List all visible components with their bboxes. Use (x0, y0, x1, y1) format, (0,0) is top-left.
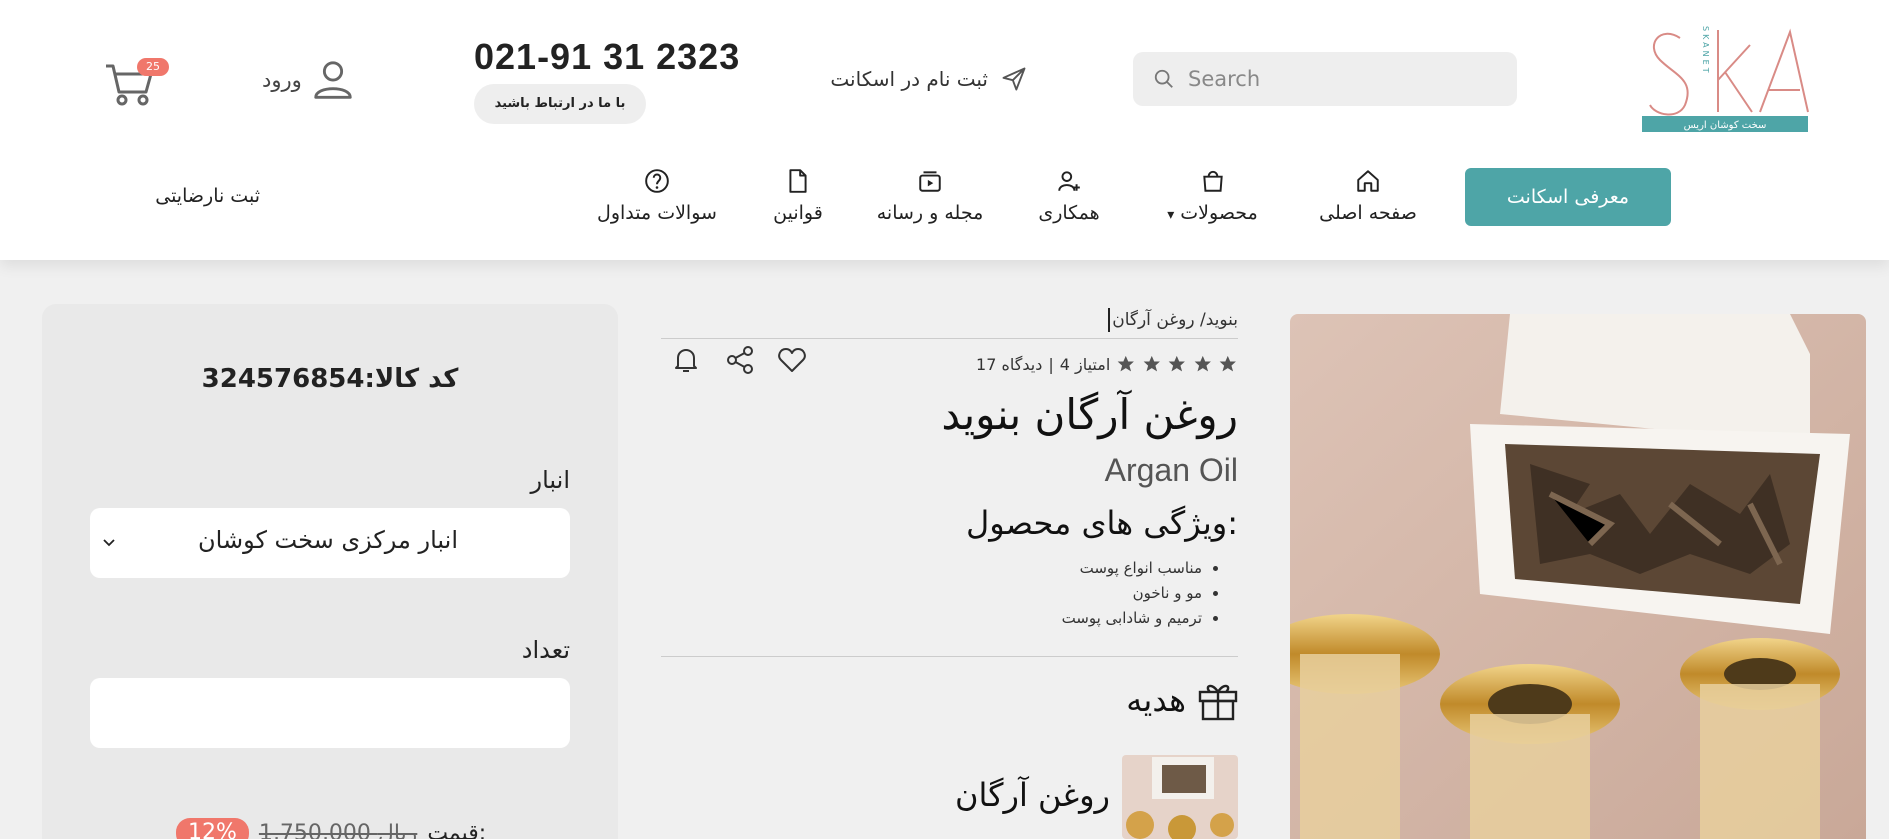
nav-products[interactable]: ▾ محصولات (1160, 168, 1265, 226)
star-icon[interactable] (1167, 354, 1187, 374)
complaint-link[interactable]: ثبت نارضایتی (150, 185, 260, 215)
svg-text:SKANET: SKANET (1701, 26, 1710, 76)
nav-cooperation[interactable]: همکاری (1036, 168, 1102, 226)
price-row: 12% 1,750,000 ریال قیمت: (176, 818, 496, 839)
nav-cooperation-label: همکاری (1038, 202, 1100, 224)
argan-oil-photo (1290, 314, 1866, 839)
rating-separator: | (1048, 354, 1054, 374)
chevron-down-icon (103, 539, 115, 547)
product-subtitle: Argan Oil (1104, 452, 1238, 488)
nav-home[interactable]: صفحه اصلی (1318, 168, 1418, 226)
search-icon (1154, 69, 1173, 88)
nav-rules[interactable]: قوانین (770, 168, 826, 226)
feature-item: مو و ناخون (900, 581, 1202, 606)
star-icon[interactable] (1218, 354, 1238, 374)
user-icon (314, 61, 352, 99)
star-icon[interactable] (1116, 354, 1136, 374)
intro-skanet-button[interactable]: معرفی اسکانت (1465, 168, 1671, 226)
search-bar[interactable] (1133, 52, 1517, 106)
breadcrumb[interactable]: بنوید/ روغن آرگان (1000, 308, 1238, 336)
login-button[interactable]: ورود (262, 56, 362, 104)
register-link[interactable]: ثبت نام در اسکانت (828, 62, 1028, 96)
warehouse-label: انبار (530, 466, 571, 494)
star-icon[interactable] (1193, 354, 1213, 374)
nav-home-label: صفحه اصلی (1319, 202, 1417, 224)
skanet-logo: SKANET سخت کوشان اریس (1642, 26, 1809, 132)
gift-label: هدیه (1126, 681, 1186, 719)
media-icon (919, 171, 941, 192)
login-label: ورود (262, 68, 302, 92)
star-icon[interactable] (1142, 354, 1162, 374)
nav-magazine[interactable]: مجله و رسانه (877, 168, 983, 226)
nav-faq[interactable]: سوالات متداول (594, 168, 720, 226)
features-list: مناسب انواع پوست مو و ناخون ترمیم و شادا… (900, 556, 1220, 631)
bell-icon[interactable] (670, 344, 702, 376)
logo[interactable]: SKANET سخت کوشان اریس (1640, 20, 1810, 135)
register-label: ثبت نام در اسکانت (830, 67, 988, 91)
price-label: قیمت: (427, 820, 487, 839)
text-caret (1108, 308, 1111, 332)
heart-icon[interactable] (776, 344, 808, 376)
product-code: کد کالا:324576854 (201, 364, 459, 394)
gift-section: هدیه (1100, 678, 1240, 722)
quantity-input[interactable] (90, 678, 570, 748)
warehouse-select[interactable]: انبار مرکزی سخت کوشان (90, 508, 570, 578)
old-price: 1,750,000 ریال (258, 820, 418, 839)
send-icon (1002, 67, 1026, 91)
nav-magazine-label: مجله و رسانه (876, 202, 984, 224)
feature-item: مناسب انواع پوست (900, 556, 1202, 581)
reviews-count[interactable]: 17 دیدگاه (976, 355, 1042, 374)
document-icon (789, 169, 807, 193)
features-title: ویژگی های محصول: (965, 504, 1238, 542)
gift-icon (1198, 684, 1238, 721)
warehouse-value: انبار مرکزی سخت کوشان (198, 526, 458, 554)
question-icon (645, 169, 669, 193)
breadcrumb-text: بنوید/ روغن آرگان (1112, 310, 1238, 330)
contact-button[interactable]: با ما در ارتباط باشید (474, 84, 646, 124)
dropdown-arrow-icon: ▾ (1167, 207, 1175, 223)
nav-products-label: محصولات (1180, 202, 1258, 224)
share-icon[interactable] (724, 344, 756, 376)
gift-thumbnail[interactable] (1122, 755, 1238, 839)
discount-badge: 12% (176, 818, 249, 839)
rating-score: 4 امتیاز (1059, 354, 1111, 374)
nav-faq-label: سوالات متداول (597, 202, 717, 224)
feature-item: ترمیم و شادابی پوست (900, 606, 1202, 631)
bag-icon (1202, 170, 1223, 192)
cart-count-badge: 25 (137, 58, 169, 76)
phone-number[interactable]: 021-91 31 2323 (474, 36, 739, 86)
search-input[interactable] (1188, 62, 1498, 96)
gift-item-name[interactable]: روغن آرگان (900, 776, 1110, 814)
divider (661, 338, 1238, 339)
cart-button[interactable]: 25 (104, 58, 169, 110)
home-icon (1357, 170, 1379, 192)
divider (661, 656, 1238, 657)
logo-subtext: سخت کوشان اریس (1684, 120, 1767, 131)
product-image[interactable] (1290, 314, 1866, 839)
nav-rules-label: قوانین (773, 202, 823, 224)
product-title: روغن آرگان بنوید (941, 390, 1238, 439)
quantity-label: تعداد (521, 636, 570, 664)
rating-row: 17 دیدگاه | 4 امتیاز (976, 350, 1238, 378)
user-add-icon (1058, 171, 1080, 191)
